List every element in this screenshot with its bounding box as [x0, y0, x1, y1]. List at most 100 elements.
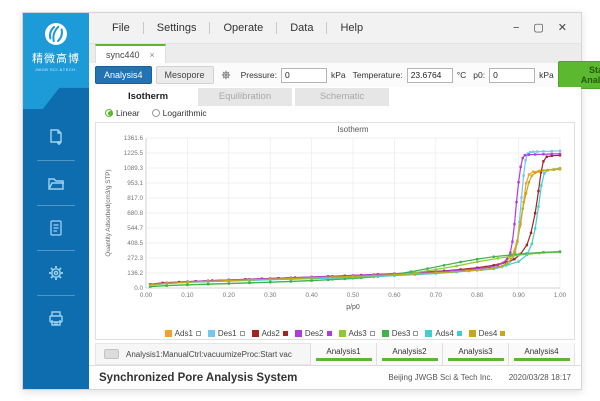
open-folder-icon	[46, 173, 66, 193]
close-icon[interactable]: ✕	[558, 23, 567, 34]
legend-color-swatch	[252, 330, 259, 337]
settings-gear-icon	[46, 263, 66, 283]
svg-text:0.20: 0.20	[223, 292, 236, 299]
minimize-icon[interactable]: −	[513, 23, 519, 34]
legend-color-swatch	[382, 330, 389, 337]
new-file-button[interactable]	[23, 123, 89, 153]
sidebar-divider	[37, 295, 75, 296]
radio-unselected-icon	[152, 109, 160, 117]
svg-text:0.70: 0.70	[430, 292, 443, 299]
analysis-tab-3-label: Analysis3	[458, 347, 492, 356]
legend-marker-icon	[196, 331, 201, 336]
menu-help[interactable]: Help	[327, 22, 376, 34]
svg-text:p/p0: p/p0	[346, 304, 360, 311]
legend-item-des2[interactable]: Des2	[295, 329, 332, 338]
legend-marker-icon	[413, 331, 418, 336]
analysis-tab-4[interactable]: Analysis4	[508, 343, 574, 365]
analysis-tab-1-label: Analysis1	[326, 347, 360, 356]
menu-operate[interactable]: Operate	[210, 22, 276, 34]
document-tab-sync440[interactable]: sync440 ×	[95, 44, 166, 63]
legend-item-des1[interactable]: Des1	[208, 329, 245, 338]
svg-text:Isotherm: Isotherm	[337, 125, 368, 134]
tab-isotherm[interactable]: Isotherm	[101, 88, 195, 106]
legend-marker-icon	[283, 331, 288, 336]
toolbar: Analysis4 Mesopore Pressure: kPa Tempera…	[89, 63, 581, 87]
legend-marker-icon	[370, 331, 375, 336]
sidebar-divider	[37, 250, 75, 251]
legend-item-ads1[interactable]: Ads1	[165, 329, 201, 338]
menu-file[interactable]: File	[99, 22, 143, 34]
open-file-button[interactable]	[23, 168, 89, 198]
logarithmic-radio[interactable]: Logarithmic	[152, 108, 207, 118]
svg-text:Quantity Adsorbed(cm3/g STP): Quantity Adsorbed(cm3/g STP)	[105, 170, 112, 257]
report-icon	[47, 219, 65, 237]
app-window: 精微高博 JWGB SCI.&TECH.	[22, 12, 582, 390]
analysis-tab-4-label: Analysis4	[524, 347, 558, 356]
legend-color-swatch	[295, 330, 302, 337]
legend-label: Des3	[392, 329, 411, 338]
sidebar: 精微高博 JWGB SCI.&TECH.	[23, 13, 89, 389]
linear-radio[interactable]: Linear	[105, 108, 140, 118]
green-progress-bar	[316, 358, 372, 361]
svg-text:680.8: 680.8	[127, 210, 143, 217]
analysis-tab-1[interactable]: Analysis1	[310, 343, 376, 365]
svg-text:272.3: 272.3	[127, 255, 143, 262]
svg-text:408.5: 408.5	[127, 240, 143, 247]
p0-input[interactable]	[489, 68, 535, 83]
legend-item-des3[interactable]: Des3	[382, 329, 419, 338]
svg-text:544.7: 544.7	[127, 225, 143, 232]
document-tab-strip: sync440 ×	[89, 44, 581, 63]
isotherm-chart: Isotherm0.0136.2272.3408.5544.7680.8817.…	[96, 123, 574, 319]
status-indicator-icon	[104, 349, 119, 359]
print-button[interactable]	[23, 303, 89, 333]
legend-item-des4[interactable]: Des4	[469, 329, 506, 338]
brand-name-cn: 精微高博	[32, 50, 80, 66]
svg-text:136.2: 136.2	[127, 270, 143, 277]
svg-text:1361.6: 1361.6	[124, 135, 144, 142]
temperature-label: Temperature:	[353, 70, 403, 80]
tab-equilibration[interactable]: Equilibration	[198, 88, 292, 106]
maximize-icon[interactable]: ▢	[533, 23, 543, 34]
tab-schematic[interactable]: Schematic	[295, 88, 389, 106]
document-tab-label: sync440	[106, 50, 140, 60]
legend-color-swatch	[165, 330, 172, 337]
window-controls: − ▢ ✕	[513, 23, 571, 34]
legend-label: Ads2	[262, 329, 280, 338]
analysis-tab-2[interactable]: Analysis2	[376, 343, 442, 365]
new-file-icon	[46, 128, 66, 148]
analysis-tab-3[interactable]: Analysis3	[442, 343, 508, 365]
linear-radio-label: Linear	[116, 108, 140, 118]
legend-marker-icon	[240, 331, 245, 336]
menu-data[interactable]: Data	[277, 22, 326, 34]
analysis4-button[interactable]: Analysis4	[95, 66, 152, 84]
legend-label: Des1	[218, 329, 237, 338]
legend-label: Des2	[305, 329, 324, 338]
green-progress-bar	[382, 358, 438, 361]
tab-close-icon[interactable]: ×	[150, 50, 155, 60]
sidebar-icon-list	[23, 123, 89, 333]
menu-settings[interactable]: Settings	[144, 22, 210, 34]
legend-color-swatch	[339, 330, 346, 337]
legend-label: Ads1	[175, 329, 193, 338]
report-button[interactable]	[23, 213, 89, 243]
legend-item-ads3[interactable]: Ads3	[339, 329, 375, 338]
toolbar-gear-button[interactable]	[220, 69, 232, 81]
legend-label: Ads4	[435, 329, 453, 338]
settings-button[interactable]	[23, 258, 89, 288]
temperature-input[interactable]	[407, 68, 453, 83]
start-analysis-button[interactable]: Start Analysis	[558, 61, 600, 89]
legend-item-ads2[interactable]: Ads2	[252, 329, 288, 338]
analysis-station-tabs: Analysis1 Analysis2 Analysis3 Analysis4	[310, 343, 574, 365]
sidebar-divider	[37, 205, 75, 206]
svg-text:0.60: 0.60	[388, 292, 401, 299]
legend-marker-icon	[327, 331, 332, 336]
svg-text:0.10: 0.10	[181, 292, 194, 299]
jwgb-logo-icon	[43, 21, 69, 47]
radio-selected-icon	[105, 109, 113, 117]
legend-color-swatch	[425, 330, 432, 337]
legend-color-swatch	[208, 330, 215, 337]
pressure-input[interactable]	[281, 68, 327, 83]
legend-item-ads4[interactable]: Ads4	[425, 329, 461, 338]
mesopore-button[interactable]: Mesopore	[156, 66, 214, 84]
footer-info: Beijing JWGB Sci & Tech Inc. 2020/03/28 …	[388, 373, 571, 382]
